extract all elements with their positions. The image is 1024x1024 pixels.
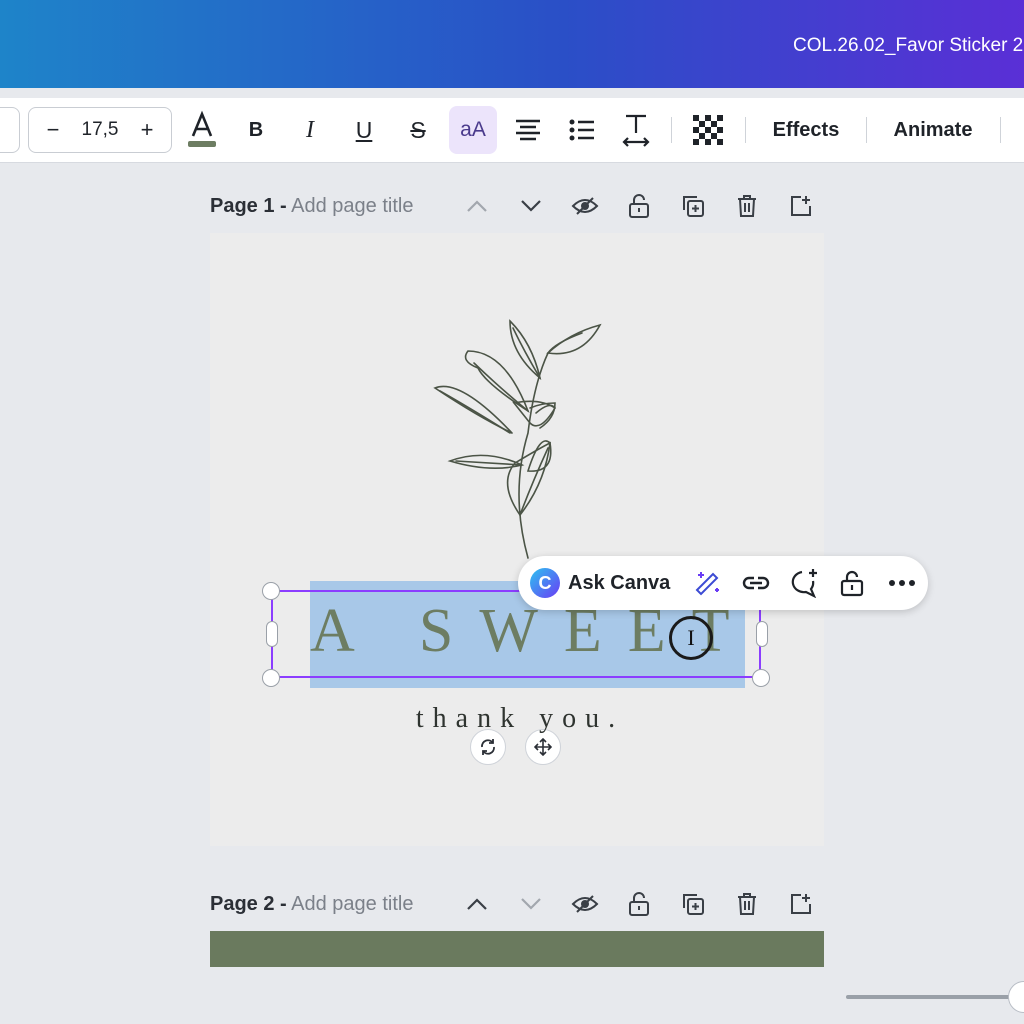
leaf-illustration[interactable] [210, 233, 824, 846]
list-icon [569, 119, 594, 141]
font-family-dropdown[interactable] [0, 107, 20, 153]
resize-handle-top-left[interactable] [262, 582, 280, 600]
duplicate-icon [683, 894, 704, 915]
delete-page-button[interactable] [732, 889, 762, 919]
toolbar-divider [671, 117, 672, 143]
link-icon [742, 576, 770, 590]
duplicate-icon [683, 196, 704, 217]
transparency-button[interactable] [690, 98, 726, 162]
align-icon [516, 119, 540, 141]
bold-button[interactable]: B [238, 98, 274, 162]
chevron-up-icon [467, 898, 487, 910]
zoom-slider-track[interactable] [846, 995, 1024, 999]
strikethrough-button[interactable]: S [400, 98, 436, 162]
move-page-up-button[interactable] [462, 191, 492, 221]
toolbar-divider [1000, 117, 1001, 143]
lock-icon [629, 194, 649, 218]
more-options-button[interactable] [884, 565, 920, 601]
effects-button[interactable]: Effects [760, 98, 852, 162]
zoom-slider-handle[interactable] [1008, 981, 1024, 1013]
lock-page-button[interactable] [624, 889, 654, 919]
text-color-button[interactable] [182, 98, 222, 162]
page-1-header: Page 1 - Add page title [210, 191, 830, 221]
underline-button[interactable]: U [346, 98, 382, 162]
delete-page-button[interactable] [732, 191, 762, 221]
page-2-label: Page 2 - [210, 893, 287, 915]
comment-icon [791, 569, 817, 598]
hide-icon [571, 197, 599, 215]
add-page-icon [791, 196, 811, 216]
font-size-value[interactable]: 17,5 [73, 108, 127, 152]
align-button[interactable] [510, 98, 546, 162]
page-2-title-input[interactable]: Add page title [291, 893, 413, 915]
letter-case-button[interactable]: aA [449, 106, 497, 154]
hide-icon [571, 895, 599, 913]
italic-button[interactable]: I [292, 98, 328, 162]
lock-icon [629, 892, 649, 916]
move-icon [534, 738, 552, 756]
page-2-header: Page 2 - Add page title [210, 889, 830, 919]
animate-button[interactable]: Animate [880, 98, 986, 162]
trash-icon [738, 893, 756, 915]
move-page-down-button[interactable] [516, 191, 546, 221]
duplicate-page-button[interactable] [678, 889, 708, 919]
page-1-canvas[interactable] [210, 233, 824, 846]
toolbar-divider [745, 117, 746, 143]
resize-handle-bottom-right[interactable] [752, 669, 770, 687]
chevron-down-icon [521, 200, 541, 212]
magic-edit-icon [695, 572, 719, 596]
font-size-decrease-button[interactable]: − [33, 108, 73, 152]
resize-handle-bottom-left[interactable] [262, 669, 280, 687]
chevron-up-icon [467, 200, 487, 212]
rotate-icon [481, 739, 495, 755]
link-button[interactable] [738, 565, 774, 601]
text-cursor-icon: I [669, 616, 713, 660]
spacing-button[interactable] [618, 98, 654, 162]
page-1-title-input[interactable]: Add page title [291, 195, 413, 217]
context-toolbar: C Ask Canva [518, 556, 928, 610]
resize-handle-left[interactable] [266, 621, 278, 647]
resize-handle-right[interactable] [756, 621, 768, 647]
ask-canva-button[interactable]: Ask Canva [568, 572, 670, 595]
top-header-bar: COL.26.02_Favor Sticker 2" [0, 0, 1024, 88]
hide-page-button[interactable] [570, 191, 600, 221]
lock-icon [840, 570, 864, 597]
more-icon [889, 580, 915, 586]
spacing-icon [622, 114, 650, 147]
magic-edit-button[interactable] [690, 565, 726, 601]
font-size-stepper[interactable]: − 17,5 + [28, 107, 172, 153]
text-color-icon [188, 110, 216, 147]
lock-page-button[interactable] [624, 191, 654, 221]
document-title[interactable]: COL.26.02_Favor Sticker 2" [793, 35, 1024, 57]
lock-element-button[interactable] [834, 565, 870, 601]
comment-button[interactable] [786, 565, 822, 601]
duplicate-page-button[interactable] [678, 191, 708, 221]
page-1-label: Page 1 - [210, 195, 287, 217]
chevron-down-icon [521, 898, 541, 910]
page-2-canvas[interactable] [210, 931, 824, 967]
move-page-up-button[interactable] [462, 889, 492, 919]
move-page-down-button[interactable] [516, 889, 546, 919]
transparency-icon [693, 115, 723, 145]
list-button[interactable] [564, 98, 600, 162]
add-page-button[interactable] [786, 889, 816, 919]
font-size-increase-button[interactable]: + [127, 108, 167, 152]
toolbar-divider [866, 117, 867, 143]
canva-logo-icon: C [530, 568, 560, 598]
add-page-button[interactable] [786, 191, 816, 221]
add-page-icon [791, 894, 811, 914]
hide-page-button[interactable] [570, 889, 600, 919]
thank-you-text[interactable]: thank you. [270, 703, 770, 735]
trash-icon [738, 195, 756, 217]
